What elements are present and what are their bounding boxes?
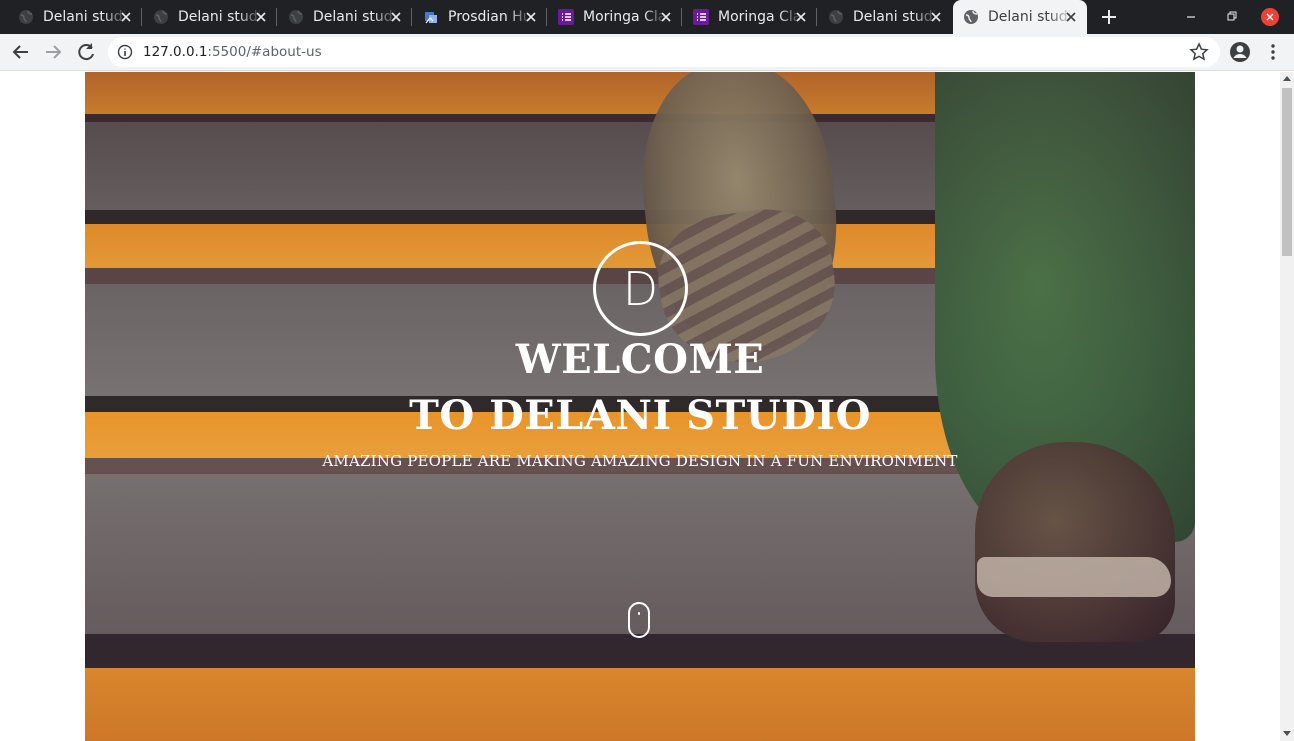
reload-icon[interactable] xyxy=(75,41,97,63)
hero-headline-line1: WELCOME xyxy=(515,336,765,383)
tab-title: Moringa Classroom xyxy=(718,9,802,25)
new-tab-icon[interactable] xyxy=(1098,6,1120,28)
tab-separator xyxy=(411,8,412,26)
page-viewport: D WELCOME TO DELANI STUDIO AMAZING PEOPL… xyxy=(0,72,1280,741)
globe-icon xyxy=(289,10,303,24)
tab-separator xyxy=(276,8,277,26)
tab-title: Delani studio xyxy=(988,9,1072,25)
tab-title: Delani studio xyxy=(313,9,397,25)
scroll-up-arrow-icon[interactable] xyxy=(1283,76,1291,81)
tab-separator xyxy=(141,8,142,26)
list-icon xyxy=(558,9,574,25)
address-bar[interactable]: 127.0.0.1:5500/#about-us xyxy=(108,37,1220,67)
forward-icon[interactable] xyxy=(42,41,64,63)
close-tab-icon[interactable] xyxy=(928,9,944,25)
mouse-wheel xyxy=(638,612,640,615)
browser-tab-active[interactable]: Delani studio xyxy=(953,0,1087,34)
globe-icon xyxy=(19,10,33,24)
hero-tagline: AMAZING PEOPLE ARE MAKING AMAZING DESIGN… xyxy=(322,452,958,470)
scrollbar-thumb[interactable] xyxy=(1282,88,1292,256)
tab-title: Delani studio xyxy=(178,9,262,25)
list-icon xyxy=(693,9,709,25)
tab-separator xyxy=(816,8,817,26)
globe-icon xyxy=(829,10,843,24)
more-menu-icon[interactable] xyxy=(1264,41,1282,63)
tab-title: Prosdian Hub xyxy=(448,9,532,25)
browser-tab[interactable]: Delani studio xyxy=(278,0,412,34)
tab-title: Delani studio xyxy=(853,9,937,25)
browser-tab[interactable]: Delani studio xyxy=(8,0,142,34)
minimize-icon[interactable] xyxy=(1182,8,1200,26)
hero-headline-line2: TO DELANI STUDIO xyxy=(409,392,871,439)
tab-separator xyxy=(546,8,547,26)
prosdian-icon xyxy=(425,12,437,24)
profile-avatar-icon[interactable] xyxy=(1229,41,1251,63)
globe-icon xyxy=(154,10,168,24)
close-tab-icon[interactable] xyxy=(1063,9,1079,25)
tab-title: Delani studio xyxy=(43,9,127,25)
tab-title: Moringa Classroom xyxy=(583,9,667,25)
browser-tab[interactable]: Moringa Classroom xyxy=(548,0,682,34)
restore-icon[interactable] xyxy=(1222,8,1240,26)
close-window-icon[interactable] xyxy=(1261,8,1279,26)
url-path: :5500/#about-us xyxy=(207,44,322,60)
logo-letter: D xyxy=(622,261,659,316)
globe-icon xyxy=(964,10,978,24)
close-tab-icon[interactable] xyxy=(253,9,269,25)
hero-section: D WELCOME TO DELANI STUDIO AMAZING PEOPL… xyxy=(85,72,1195,741)
url-text[interactable]: 127.0.0.1:5500/#about-us xyxy=(143,44,322,60)
browser-tab[interactable]: Delani studio xyxy=(143,0,277,34)
tab-separator xyxy=(681,8,682,26)
browser-tab[interactable]: Prosdian Hub xyxy=(413,0,547,34)
back-icon[interactable] xyxy=(10,41,32,63)
tab-strip: Delani studio Delani studio Delani studi… xyxy=(0,0,1294,34)
close-tab-icon[interactable] xyxy=(523,9,539,25)
url-host: 127.0.0.1 xyxy=(143,44,208,60)
scroll-down-arrow-icon[interactable] xyxy=(1283,731,1291,736)
vertical-scrollbar[interactable] xyxy=(1280,72,1294,741)
browser-tab[interactable]: Moringa Classroom xyxy=(683,0,817,34)
close-tab-icon[interactable] xyxy=(793,9,809,25)
close-tab-icon[interactable] xyxy=(118,9,134,25)
logo-circle: D xyxy=(593,241,688,336)
browser-toolbar: 127.0.0.1:5500/#about-us xyxy=(0,34,1294,71)
bookmark-star-icon[interactable] xyxy=(1189,42,1209,62)
close-tab-icon[interactable] xyxy=(658,9,674,25)
browser-tab[interactable]: Delani studio xyxy=(818,0,952,34)
mouse-scroll-icon[interactable] xyxy=(628,602,650,638)
close-tab-icon[interactable] xyxy=(388,9,404,25)
site-info-icon[interactable] xyxy=(117,44,133,60)
